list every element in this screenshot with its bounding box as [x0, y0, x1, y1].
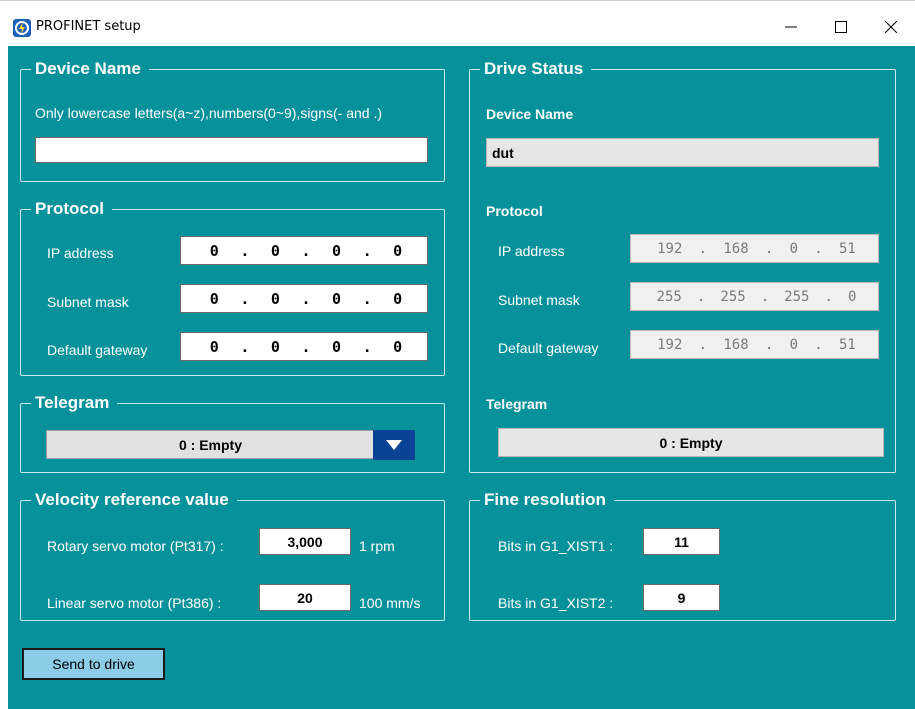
velocity-legend: Velocity reference value	[31, 488, 237, 512]
rotary-servo-label: Rotary servo motor (Pt317) :	[47, 538, 224, 554]
xist2-label: Bits in G1_XIST2 :	[498, 595, 614, 611]
status-telegram-value: 0 : Empty	[498, 428, 884, 457]
dropdown-arrow[interactable]	[373, 430, 415, 460]
window-title: PROFINET setup	[36, 19, 141, 34]
status-subnet-mask-field: 255. 255. 255. 0	[630, 282, 879, 311]
dialog-body: Device Name Only lowercase letters(a~z),…	[8, 46, 915, 709]
status-default-gateway-label: Default gateway	[498, 340, 599, 356]
status-telegram-label: Telegram	[486, 396, 548, 412]
fine-resolution-group: Fine resolution Bits in G1_XIST1 : 11 Bi…	[469, 488, 896, 621]
xist1-label: Bits in G1_XIST1 :	[498, 538, 614, 554]
linear-servo-input[interactable]: 20	[259, 584, 351, 611]
subnet-mask-input[interactable]: 0.0.0.0	[180, 284, 428, 313]
ip-address-label: IP address	[47, 245, 114, 261]
device-name-group: Device Name Only lowercase letters(a~z),…	[20, 57, 445, 182]
device-name-hint: Only lowercase letters(a~z),numbers(0~9)…	[35, 105, 383, 121]
close-button[interactable]	[868, 9, 914, 45]
status-protocol-label: Protocol	[486, 203, 543, 219]
status-default-gateway-field: 192. 168. 0. 51	[630, 330, 879, 359]
status-ip-address-field: 192. 168. 0. 51	[630, 234, 879, 263]
protocol-group: Protocol IP address 0.0.0.0 Subnet mask …	[20, 197, 445, 376]
subnet-mask-label: Subnet mask	[47, 294, 129, 310]
default-gateway-input[interactable]: 0.0.0.0	[180, 332, 428, 361]
drive-status-legend: Drive Status	[480, 57, 592, 81]
close-icon	[885, 21, 897, 33]
xist1-input[interactable]: 11	[643, 528, 720, 555]
ip-address-input[interactable]: 0.0.0.0	[180, 236, 428, 265]
linear-servo-label: Linear servo motor (Pt386) :	[47, 595, 222, 611]
status-device-name-value: dut	[486, 138, 879, 167]
minimize-icon	[785, 26, 797, 28]
telegram-legend: Telegram	[31, 391, 118, 415]
drive-status-group: Drive Status Device Name dut Protocol IP…	[469, 57, 896, 473]
linear-servo-unit: 100 mm/s	[359, 595, 421, 611]
device-name-legend: Device Name	[31, 57, 149, 81]
status-ip-address-label: IP address	[498, 243, 565, 259]
velocity-group: Velocity reference value Rotary servo mo…	[20, 488, 445, 621]
telegram-selected-value: 0 : Empty	[178, 436, 242, 453]
minimize-button[interactable]	[768, 9, 814, 45]
send-to-drive-button[interactable]: Send to drive	[22, 648, 165, 680]
telegram-dropdown[interactable]: 0 : Empty	[46, 430, 415, 460]
chevron-down-icon	[386, 440, 402, 450]
title-bar: PROFINET setup	[0, 0, 915, 46]
maximize-icon	[835, 21, 847, 33]
xist2-input[interactable]: 9	[643, 584, 720, 611]
rotary-servo-input[interactable]: 3,000	[259, 528, 351, 555]
maximize-button[interactable]	[818, 9, 864, 45]
app-icon	[13, 19, 31, 37]
rotary-servo-unit: 1 rpm	[359, 538, 395, 554]
fine-resolution-legend: Fine resolution	[480, 488, 614, 512]
telegram-group: Telegram 0 : Empty	[20, 391, 445, 473]
device-name-input[interactable]	[35, 137, 428, 163]
status-subnet-mask-label: Subnet mask	[498, 292, 580, 308]
protocol-legend: Protocol	[31, 197, 112, 221]
default-gateway-label: Default gateway	[47, 342, 148, 358]
status-device-name-label: Device Name	[486, 106, 574, 122]
